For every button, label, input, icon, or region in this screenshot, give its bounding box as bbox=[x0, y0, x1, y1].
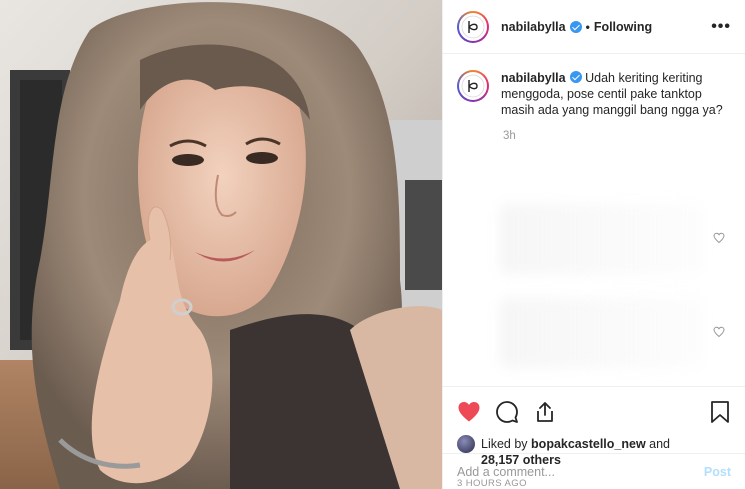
bookmark-icon[interactable] bbox=[709, 400, 731, 424]
caption-row: nabilabylla Udah keriting keriting mengg… bbox=[457, 70, 731, 118]
liker-avatar[interactable] bbox=[457, 435, 475, 453]
share-icon[interactable] bbox=[533, 400, 557, 424]
user-avatar[interactable] bbox=[457, 10, 489, 43]
selfie-photo-illustration bbox=[0, 0, 442, 489]
blurred-comment bbox=[499, 298, 705, 368]
following-button[interactable]: Following bbox=[594, 20, 652, 34]
comment-icon[interactable] bbox=[495, 400, 519, 424]
comment-input[interactable] bbox=[457, 464, 704, 479]
post-photo[interactable] bbox=[0, 0, 442, 489]
liker-username[interactable]: bopakcastello_new bbox=[531, 437, 646, 451]
caption-avatar-logo bbox=[459, 72, 487, 100]
caption-time: 3h bbox=[503, 130, 516, 142]
caption-username[interactable]: nabilabylla bbox=[501, 71, 566, 85]
instagram-post: nabilabylla • Following ••• nabilabylla bbox=[0, 0, 745, 489]
caption-text: nabilabylla Udah keriting keriting mengg… bbox=[501, 70, 731, 118]
verified-badge-icon bbox=[569, 20, 582, 33]
heart-filled-icon[interactable] bbox=[457, 400, 481, 424]
post-comment-button[interactable]: Post bbox=[704, 465, 731, 479]
comment-like-icon[interactable] bbox=[713, 326, 725, 338]
blurred-comment bbox=[499, 204, 705, 274]
post-sidebar: nabilabylla • Following ••• nabilabylla bbox=[442, 0, 745, 489]
comment-like-icon[interactable] bbox=[713, 232, 725, 244]
brand-logo-icon bbox=[461, 74, 485, 98]
caption-avatar[interactable] bbox=[457, 70, 489, 102]
verified-badge-icon bbox=[569, 71, 582, 83]
comment-composer: Post bbox=[443, 453, 745, 489]
action-bar bbox=[443, 386, 745, 436]
more-options-icon[interactable]: ••• bbox=[711, 18, 731, 36]
header-separator: • bbox=[585, 19, 590, 34]
post-header: nabilabylla • Following ••• bbox=[443, 0, 745, 54]
comments-area: nabilabylla Udah keriting keriting mengg… bbox=[443, 54, 745, 386]
brand-logo-icon bbox=[461, 15, 485, 38]
header-username[interactable]: nabilabylla bbox=[501, 20, 566, 34]
likes-prefix: Liked by bbox=[481, 437, 528, 451]
likes-joiner: and bbox=[649, 437, 671, 451]
avatar-logo bbox=[459, 12, 487, 41]
